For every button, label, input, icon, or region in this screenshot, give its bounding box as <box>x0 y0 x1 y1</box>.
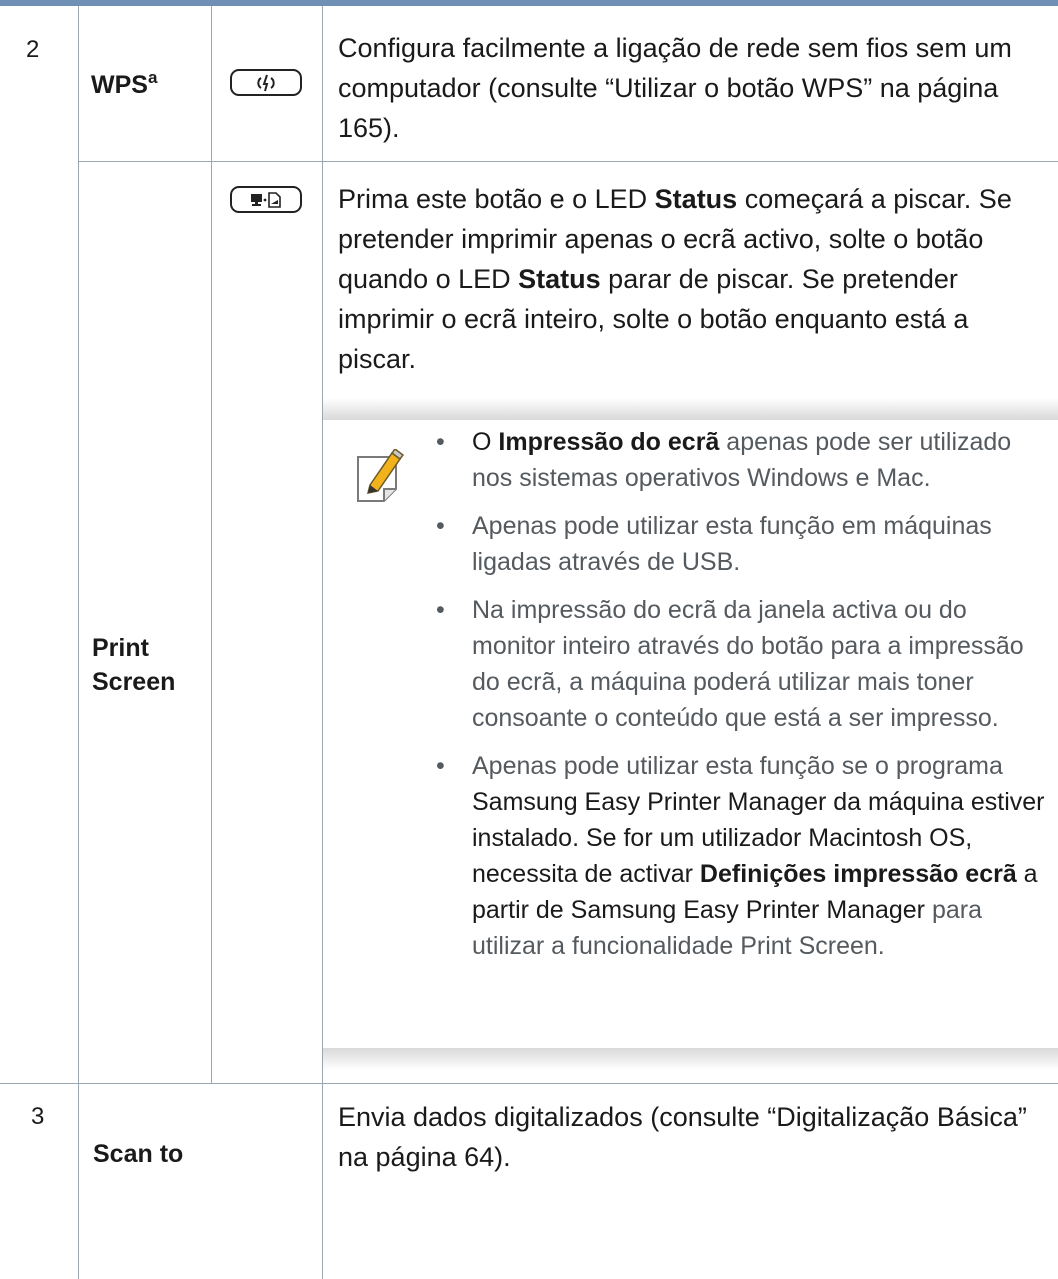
note-text: Apenas pode utilizar esta função se o pr… <box>472 752 1003 780</box>
desc-bold: Status <box>518 264 601 294</box>
note-bold: Impressão do ecrã <box>498 428 720 456</box>
note-pencil-icon <box>356 447 408 503</box>
row-label-scan-to: Scan to <box>93 1140 184 1168</box>
desc-bold: Status <box>654 184 738 214</box>
grid-line <box>78 6 79 1279</box>
row-number: 3 <box>31 1103 45 1130</box>
label-line: Print <box>92 634 149 662</box>
top-rule <box>0 0 1058 6</box>
note-top-bar <box>323 398 1058 420</box>
wps-description: Configura facilmente a ligação de rede s… <box>338 33 1012 143</box>
grid-line <box>78 161 1058 162</box>
note-bold: Definições impressão ecrã <box>699 860 1017 888</box>
footnote-marker: a <box>147 68 158 87</box>
list-item: Apenas pode utilizar esta função se o pr… <box>436 748 1052 964</box>
note-list: O Impressão do ecrã apenas pode ser util… <box>436 424 1052 976</box>
scan-to-description: Envia dados digitalizados (consulte “Dig… <box>338 1102 1027 1172</box>
desc-text: Prima este botão e o LED <box>338 184 655 214</box>
grid-line <box>0 1083 1058 1084</box>
row-number: 2 <box>26 36 40 63</box>
row-label-wps: WPSa <box>91 68 157 105</box>
print-screen-button-icon <box>230 186 302 213</box>
list-item: O Impressão do ecrã apenas pode ser util… <box>436 424 1052 496</box>
grid-line <box>211 6 212 1083</box>
note-bottom-bar <box>323 1048 1058 1070</box>
print-screen-description: Prima este botão e o LED Status começará… <box>338 179 1050 379</box>
list-item: Apenas pode utilizar esta função em máqu… <box>436 508 1052 580</box>
label-text: WPS <box>91 71 148 99</box>
label-line: Screen <box>92 668 176 696</box>
list-item: Na impressão do ecrã da janela activa ou… <box>436 592 1052 736</box>
wps-button-icon <box>230 69 302 96</box>
grid-line <box>322 6 323 1279</box>
note-text: O <box>472 428 499 456</box>
row-label-print-screen: Print Screen <box>92 631 175 699</box>
